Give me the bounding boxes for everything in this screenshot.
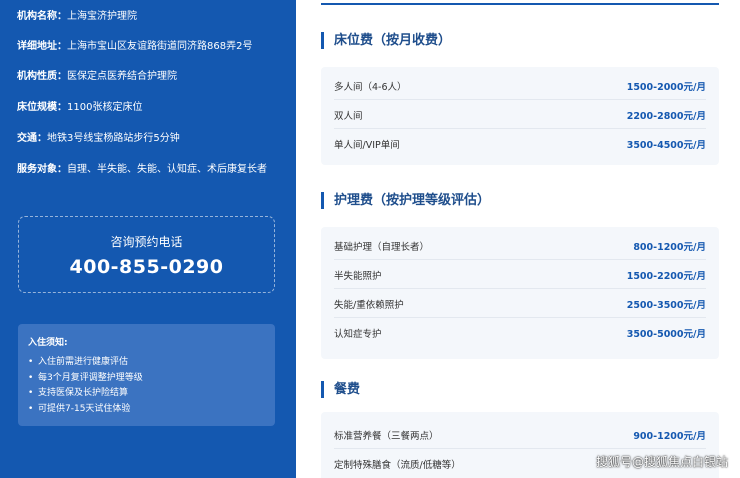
row-price: 2500-3500元/月 [626, 300, 706, 311]
notice-item: 每3个月复评调整护理等级 [28, 371, 143, 387]
watermark: 搜狐号@搜狐焦点白银站 [595, 455, 728, 469]
row-price: 3500-4500元/月 [626, 140, 706, 151]
notice-item: 支持医保及长护险结算 [28, 386, 143, 402]
info-traffic: 交通：地铁3号线宝杨路站步行5分钟 [17, 133, 180, 144]
info-service-target: 服务对象：自理、半失能、失能、认知症、术后康复长者 [17, 164, 267, 175]
info-address: 详细地址：上海市宝山区友谊路街道同济路868弄2号 [17, 41, 253, 52]
notice-list: 入住前需进行健康评估 每3个月复评调整护理等级 支持医保及长护险结算 可提供7-… [28, 355, 143, 418]
top-divider [321, 3, 719, 5]
row-price: 2200-2800元/月 [626, 111, 706, 122]
contact-label: 咨询预约电话 [110, 235, 183, 249]
table-row: 标准营养餐（三餐两点） 900-1200元/月 [334, 420, 706, 449]
table-row: 失能/重依赖照护 2500-3500元/月 [334, 289, 706, 318]
row-name: 定制特殊膳食（流质/低糖等） [334, 460, 461, 471]
row-price: 1500-2000元/月 [626, 82, 706, 93]
section-title-meal-fee: 餐费 [321, 381, 360, 398]
row-name: 半失能照护 [334, 271, 382, 282]
notice-title: 入住须知: [28, 338, 68, 348]
section-title-nursing-fee: 护理费（按护理等级评估） [321, 192, 490, 209]
notice-item: 入住前需进行健康评估 [28, 355, 143, 371]
row-name: 多人间（4-6人） [334, 82, 407, 93]
contact-phone-number[interactable]: 400-855-0290 [19, 256, 274, 278]
row-name: 认知症专护 [334, 329, 382, 340]
notice-item: 可提供7-15天试住体验 [28, 402, 143, 418]
nursing-fee-card: 基础护理（自理长者） 800-1200元/月 半失能照护 1500-2200元/… [321, 227, 719, 359]
section-title-bed-fee: 床位费（按月收费） [321, 32, 451, 49]
table-row: 基础护理（自理长者） 800-1200元/月 [334, 231, 706, 260]
row-name: 双人间 [334, 111, 363, 122]
row-price: 900-1200元/月 [633, 431, 706, 442]
info-bed-scale: 床位规模：1100张核定床位 [17, 102, 143, 113]
row-name: 标准营养餐（三餐两点） [334, 431, 439, 442]
table-row: 半失能照护 1500-2200元/月 [334, 260, 706, 289]
table-row: 多人间（4-6人） 1500-2000元/月 [334, 71, 706, 100]
row-name: 失能/重依赖照护 [334, 300, 404, 311]
row-price: 3500-5000元/月 [626, 329, 706, 340]
bed-fee-card: 多人间（4-6人） 1500-2000元/月 双人间 2200-2800元/月 … [321, 67, 719, 165]
row-price: 1500-2200元/月 [626, 271, 706, 282]
info-institution-name: 机构名称：上海宝济护理院 [17, 11, 137, 22]
admission-notice: 入住须知: 入住前需进行健康评估 每3个月复评调整护理等级 支持医保及长护险结算… [18, 324, 275, 426]
row-name: 基础护理（自理长者） [334, 242, 430, 253]
info-nature: 机构性质：医保定点医养结合护理院 [17, 71, 177, 82]
contact-phone-box[interactable]: 咨询预约电话 400-855-0290 [18, 216, 275, 293]
row-name: 单人间/VIP单间 [334, 140, 400, 151]
left-info-panel: 机构名称：上海宝济护理院 详细地址：上海市宝山区友谊路街道同济路868弄2号 机… [0, 0, 296, 478]
table-row: 双人间 2200-2800元/月 [334, 100, 706, 129]
table-row: 认知症专护 3500-5000元/月 [334, 318, 706, 347]
row-price: 800-1200元/月 [633, 242, 706, 253]
table-row: 单人间/VIP单间 3500-4500元/月 [334, 129, 706, 158]
